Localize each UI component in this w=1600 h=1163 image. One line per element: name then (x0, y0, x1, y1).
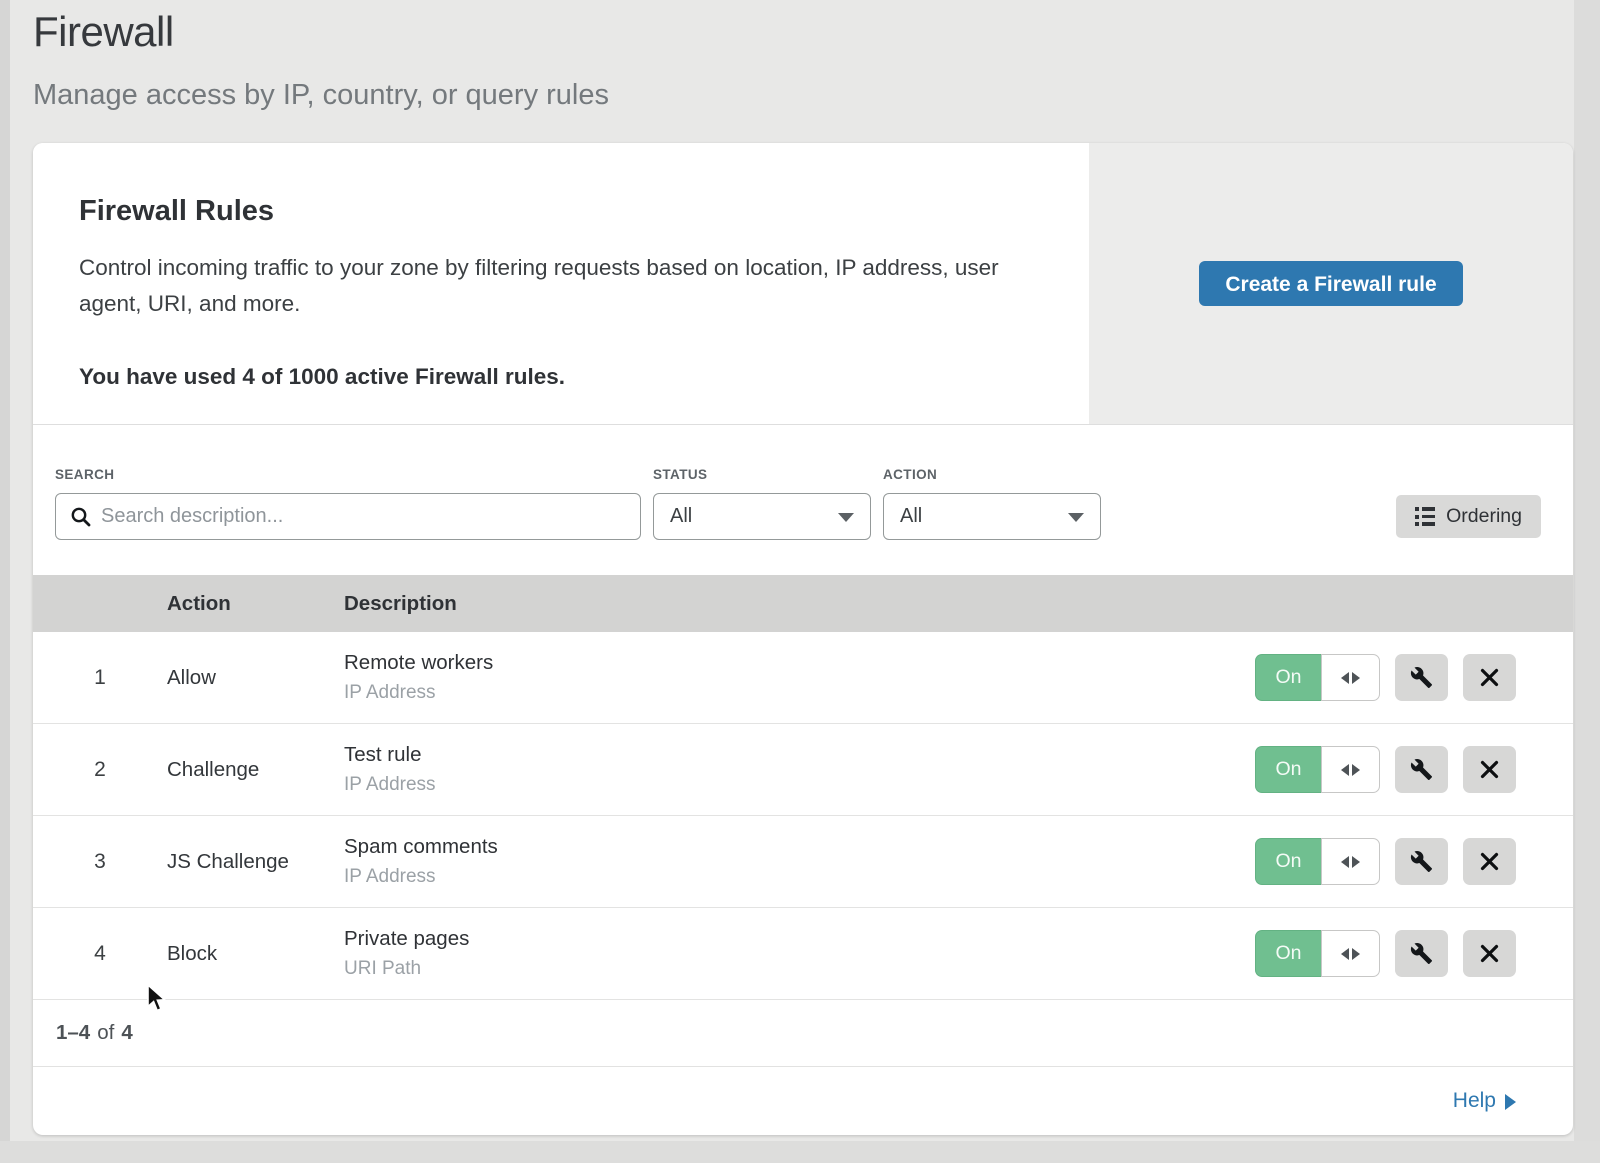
rule-description: Remote workers (344, 651, 1255, 675)
rules-usage-text: You have used 4 of 1000 active Firewall … (79, 364, 1049, 390)
card-footer: Help (33, 1066, 1573, 1135)
description-column-header: Description (344, 592, 1573, 616)
page-subtitle: Manage access by IP, country, or query r… (33, 79, 609, 112)
search-icon (70, 506, 91, 527)
ordering-button-label: Ordering (1446, 505, 1522, 528)
delete-rule-button[interactable] (1463, 654, 1516, 701)
delete-rule-button[interactable] (1463, 930, 1516, 977)
rule-action: Challenge (167, 758, 344, 782)
firewall-rules-card: Firewall Rules Control incoming traffic … (33, 143, 1573, 1135)
x-icon (1480, 852, 1499, 871)
rule-match-field: URI Path (344, 958, 1255, 980)
rule-controls: On (1255, 930, 1516, 977)
rule-priority: 1 (33, 666, 167, 690)
search-box[interactable] (55, 493, 641, 540)
rule-description: Private pages (344, 927, 1255, 951)
create-firewall-rule-button[interactable]: Create a Firewall rule (1199, 261, 1462, 306)
status-label: STATUS (653, 467, 871, 482)
x-icon (1480, 944, 1499, 963)
table-header: Action Description (33, 575, 1573, 632)
pagination-total: 4 (121, 1021, 132, 1045)
chevron-down-icon (1068, 513, 1084, 522)
toggle-on-label: On (1255, 930, 1321, 977)
toggle-on-label: On (1255, 838, 1321, 885)
status-select[interactable]: All (653, 493, 871, 540)
pagination-range: 1–4 (56, 1021, 90, 1045)
edit-rule-button[interactable] (1395, 746, 1448, 793)
rule-match-field: IP Address (344, 682, 1255, 704)
rule-action: Allow (167, 666, 344, 690)
search-filter-group: SEARCH (55, 467, 641, 540)
action-select[interactable]: All (883, 493, 1101, 540)
rule-priority: 2 (33, 758, 167, 782)
left-right-arrows-icon (1321, 746, 1380, 793)
rule-enabled-toggle[interactable]: On (1255, 838, 1380, 885)
card-description: Control incoming traffic to your zone by… (79, 250, 1029, 322)
toggle-on-label: On (1255, 746, 1321, 793)
card-action-panel: Create a Firewall rule (1089, 143, 1573, 424)
rule-match-field: IP Address (344, 866, 1255, 888)
ordering-button[interactable]: Ordering (1396, 495, 1541, 538)
rule-match-field: IP Address (344, 774, 1255, 796)
rule-action: Block (167, 942, 344, 966)
left-right-arrows-icon (1321, 930, 1380, 977)
wrench-icon (1410, 666, 1433, 689)
rule-priority: 3 (33, 850, 167, 874)
pagination-of: of (97, 1021, 114, 1045)
right-triangle-icon (1505, 1094, 1516, 1110)
rule-enabled-toggle[interactable]: On (1255, 930, 1380, 977)
rule-controls: On (1255, 746, 1516, 793)
left-right-arrows-icon (1321, 838, 1380, 885)
status-filter-group: STATUS All (653, 467, 871, 540)
rule-enabled-toggle[interactable]: On (1255, 654, 1380, 701)
rule-description: Spam comments (344, 835, 1255, 859)
action-selected-value: All (900, 505, 922, 528)
x-icon (1480, 668, 1499, 687)
toggle-on-label: On (1255, 654, 1321, 701)
action-column-header: Action (167, 592, 344, 616)
delete-rule-button[interactable] (1463, 746, 1516, 793)
table-row: 1 Allow Remote workers IP Address On (33, 632, 1573, 724)
card-heading: Firewall Rules (79, 195, 1049, 228)
action-filter-group: ACTION All (883, 467, 1101, 540)
left-right-arrows-icon (1321, 654, 1380, 701)
delete-rule-button[interactable] (1463, 838, 1516, 885)
search-label: SEARCH (55, 467, 641, 482)
wrench-icon (1410, 942, 1433, 965)
table-row: 4 Block Private pages URI Path On (33, 908, 1573, 1000)
table-row: 3 JS Challenge Spam comments IP Address … (33, 816, 1573, 908)
card-top-section: Firewall Rules Control incoming traffic … (33, 143, 1573, 425)
wrench-icon (1410, 758, 1433, 781)
x-icon (1480, 760, 1499, 779)
card-intro: Firewall Rules Control incoming traffic … (33, 143, 1089, 424)
rule-controls: On (1255, 838, 1516, 885)
rule-priority: 4 (33, 942, 167, 966)
chevron-down-icon (838, 513, 854, 522)
help-link[interactable]: Help (1453, 1089, 1516, 1113)
rule-description: Test rule (344, 743, 1255, 767)
page-title: Firewall (33, 8, 174, 56)
ordered-list-icon (1415, 507, 1436, 526)
search-input[interactable] (101, 505, 626, 528)
help-link-label: Help (1453, 1089, 1496, 1113)
window-edge-bottom (0, 1141, 1600, 1163)
window-edge-right (1574, 0, 1600, 1163)
pagination-summary: 1–4 of 4 (33, 1000, 1573, 1066)
edit-rule-button[interactable] (1395, 930, 1448, 977)
status-selected-value: All (670, 505, 692, 528)
table-row: 2 Challenge Test rule IP Address On (33, 724, 1573, 816)
wrench-icon (1410, 850, 1433, 873)
rule-controls: On (1255, 654, 1516, 701)
edit-rule-button[interactable] (1395, 838, 1448, 885)
edit-rule-button[interactable] (1395, 654, 1448, 701)
action-label: ACTION (883, 467, 1101, 482)
rule-action: JS Challenge (167, 850, 344, 874)
rule-enabled-toggle[interactable]: On (1255, 746, 1380, 793)
filters-bar: SEARCH STATUS All ACTION All (33, 425, 1573, 575)
window-edge-left (0, 0, 10, 1163)
